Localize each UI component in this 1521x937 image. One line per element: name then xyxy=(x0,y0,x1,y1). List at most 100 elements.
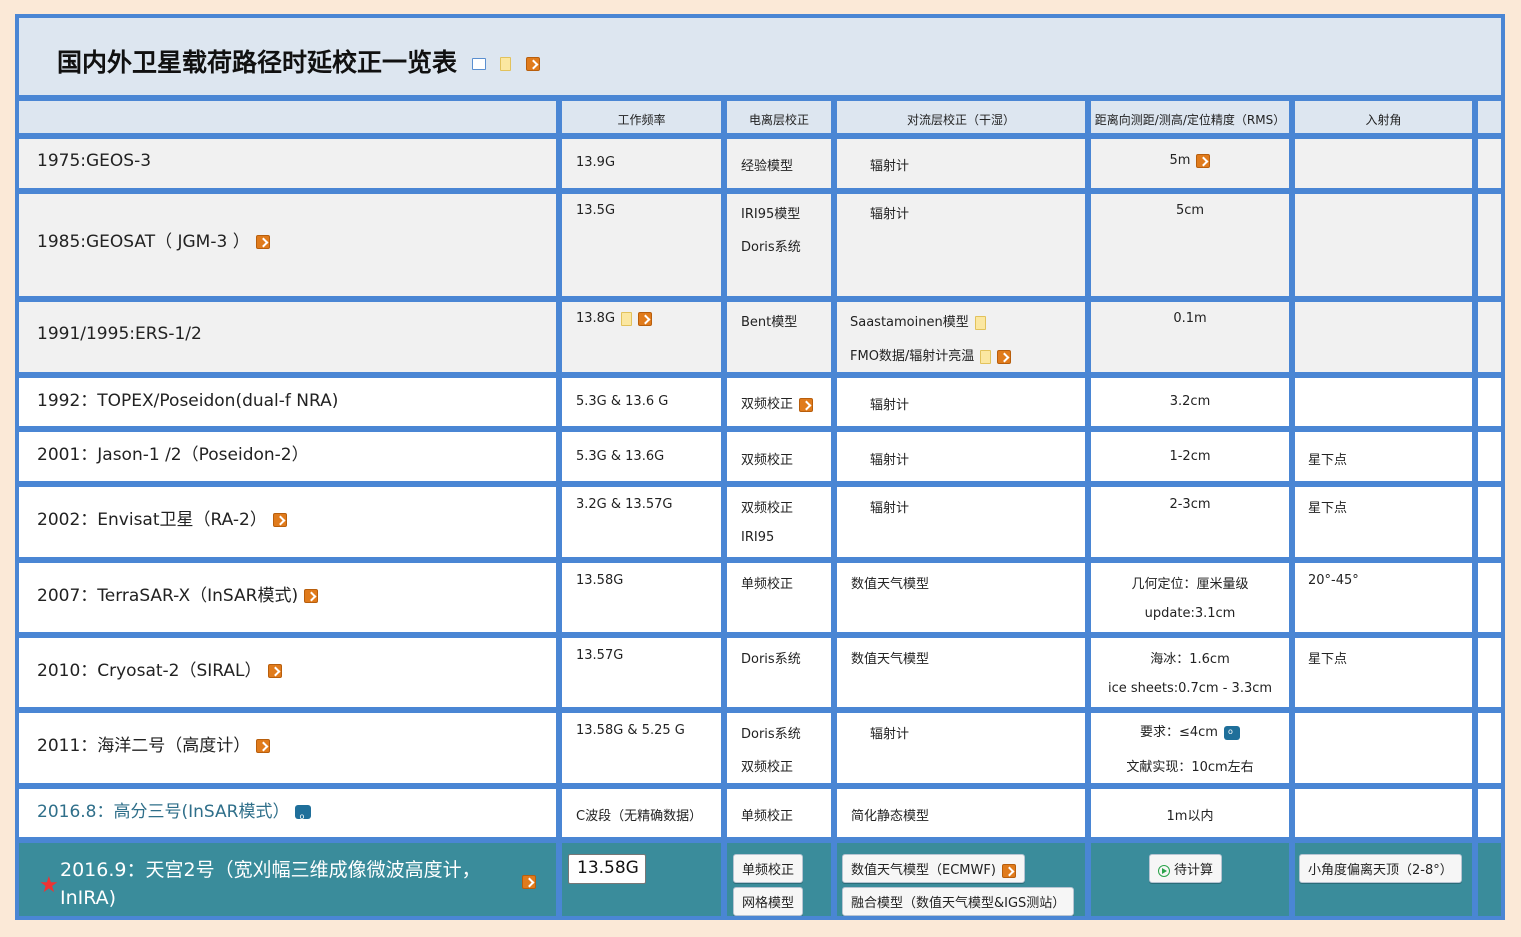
row-extra xyxy=(1478,378,1501,426)
star-icon: ★ xyxy=(39,873,59,898)
row-label: 2011：海洋二号（高度计） xyxy=(19,713,556,783)
row-rms: 2-3cm xyxy=(1091,487,1289,557)
row-rms: 3.2cm xyxy=(1091,378,1289,426)
link-icon[interactable] xyxy=(256,739,271,753)
row-rms: 海冰：1.6cm ice sheets:0.7cm - 3.3cm xyxy=(1091,638,1289,707)
mindmap-icon[interactable] xyxy=(295,805,312,828)
row-rms: 1-2cm xyxy=(1091,432,1289,481)
single-freq-correction-button[interactable]: 单频校正 xyxy=(733,854,804,883)
header-tropo: 对流层校正（干湿） xyxy=(837,101,1085,133)
row-label-highlight: ★ 2016.9：天宫2号（宽刈幅三维成像微波高度计，InIRA) xyxy=(19,843,556,916)
row-label: 1975:GEOS-3 xyxy=(19,139,556,188)
row-label: 2010：Cryosat-2（SIRAL） xyxy=(19,638,556,707)
row-rms: 待计算 xyxy=(1091,843,1289,916)
table-frame: 国内外卫星载荷路径时延校正一览表 工作频率 电离层校正 对流层校正（干湿） 距离… xyxy=(15,14,1505,920)
row-label: 2007：TerraSAR-X（InSAR模式) xyxy=(19,563,556,632)
row-iono: Bent模型 xyxy=(727,302,831,372)
row-iono: 单频校正 xyxy=(727,563,831,632)
row-iono: 双频校正 xyxy=(727,378,831,426)
row-tropo: 数值天气模型（ECMWF) 融合模型（数值天气模型&IGS测站） xyxy=(837,843,1085,916)
row-freq: 13.57G xyxy=(562,638,721,707)
grid-model-button[interactable]: 网格模型 xyxy=(733,887,804,916)
link-icon[interactable] xyxy=(522,875,536,889)
row-rms: 1m以内 xyxy=(1091,789,1289,837)
row-label-text: 2016.9：天宫2号（宽刈幅三维成像微波高度计，InIRA) xyxy=(60,859,481,909)
row-label: 1991/1995:ERS-1/2 xyxy=(19,302,556,372)
row-tropo: 辐射计 xyxy=(837,194,1085,296)
link-icon[interactable] xyxy=(799,397,814,412)
mindmap-icon[interactable] xyxy=(1223,725,1240,740)
row-extra xyxy=(1478,789,1501,837)
row-freq: 13.58G xyxy=(562,843,721,916)
row-angle xyxy=(1295,713,1472,783)
row-extra xyxy=(1478,194,1501,296)
link-icon[interactable] xyxy=(997,349,1012,364)
nwp-ecmwf-button[interactable]: 数值天气模型（ECMWF) xyxy=(842,854,1025,883)
note-icon[interactable] xyxy=(500,57,512,71)
link-icon[interactable] xyxy=(255,235,270,249)
row-iono: IRI95模型 Doris系统 xyxy=(727,194,831,296)
row-angle: 20°-45° xyxy=(1295,563,1472,632)
table-add-icon[interactable] xyxy=(471,58,486,70)
play-icon xyxy=(1158,864,1170,877)
row-label: 2002：Envisat卫星（RA-2） xyxy=(19,487,556,557)
link-icon[interactable] xyxy=(526,57,541,71)
row-rms: 5cm xyxy=(1091,194,1289,296)
link-icon[interactable] xyxy=(267,664,282,678)
row-freq: C波段（无精确数据） xyxy=(562,789,721,837)
row-rms: 要求：≤4cm 文献实现：10cm左右 xyxy=(1091,713,1289,783)
pending-calc-button[interactable]: 待计算 xyxy=(1149,854,1223,883)
row-tropo: 辐射计 xyxy=(837,487,1085,557)
row-tropo: 辐射计 xyxy=(837,713,1085,783)
row-iono: 单频校正 xyxy=(727,789,831,837)
row-angle xyxy=(1295,378,1472,426)
fusion-model-button[interactable]: 融合模型（数值天气模型&IGS测站） xyxy=(842,887,1075,916)
row-angle xyxy=(1295,302,1472,372)
row-angle: 星下点 xyxy=(1295,638,1472,707)
small-angle-button[interactable]: 小角度偏离天顶（2-8°） xyxy=(1299,854,1462,883)
page-title: 国内外卫星载荷路径时延校正一览表 xyxy=(57,43,541,79)
row-freq: 13.9G xyxy=(562,139,721,188)
row-extra xyxy=(1478,843,1501,916)
row-label: 2016.8：高分三号(InSAR模式） xyxy=(19,789,556,837)
link-icon[interactable] xyxy=(272,513,287,527)
row-extra xyxy=(1478,139,1501,188)
note-icon[interactable] xyxy=(621,311,633,326)
row-extra xyxy=(1478,713,1501,783)
row-tropo: 辐射计 xyxy=(837,139,1085,188)
link-icon[interactable] xyxy=(1001,863,1016,878)
row-angle: 星下点 xyxy=(1295,487,1472,557)
row-angle: 星下点 xyxy=(1295,432,1472,481)
row-extra xyxy=(1478,302,1501,372)
note-icon[interactable] xyxy=(980,349,992,364)
link-icon[interactable] xyxy=(304,589,319,603)
row-tropo: 辐射计 xyxy=(837,378,1085,426)
row-freq: 3.2G & 13.57G xyxy=(562,487,721,557)
row-extra xyxy=(1478,487,1501,557)
row-iono: 经验模型 xyxy=(727,139,831,188)
link-icon[interactable] xyxy=(1196,153,1211,168)
title-bar: 国内外卫星载荷路径时延校正一览表 xyxy=(19,18,1501,95)
row-freq: 13.5G xyxy=(562,194,721,296)
page-title-text: 国内外卫星载荷路径时延校正一览表 xyxy=(57,48,458,77)
row-rms: 几何定位：厘米量级 update:3.1cm xyxy=(1091,563,1289,632)
row-iono: Doris系统 xyxy=(727,638,831,707)
note-icon[interactable] xyxy=(974,315,986,330)
header-cell-extra xyxy=(1478,101,1501,133)
row-freq: 5.3G & 13.6 G xyxy=(562,378,721,426)
frequency-value-box[interactable]: 13.58G xyxy=(568,854,646,884)
header-angle: 入射角 xyxy=(1295,101,1472,133)
row-tropo: 辐射计 xyxy=(837,432,1085,481)
row-tropo: Saastamoinen模型 FMO数据/辐射计亮温 xyxy=(837,302,1085,372)
link-icon[interactable] xyxy=(638,311,653,326)
row-freq: 13.8G xyxy=(562,302,721,372)
row-label: 2001：Jason-1 /2（Poseidon-2） xyxy=(19,432,556,481)
row-extra xyxy=(1478,432,1501,481)
row-iono: Doris系统 双频校正 xyxy=(727,713,831,783)
row-label: 1992：TOPEX/Poseidon(dual-f NRA) xyxy=(19,378,556,426)
row-rms: 0.1m xyxy=(1091,302,1289,372)
header-cell-blank xyxy=(19,101,556,133)
row-angle xyxy=(1295,789,1472,837)
header-rms: 距离向测距/测高/定位精度（RMS） xyxy=(1091,101,1289,133)
row-angle xyxy=(1295,139,1472,188)
